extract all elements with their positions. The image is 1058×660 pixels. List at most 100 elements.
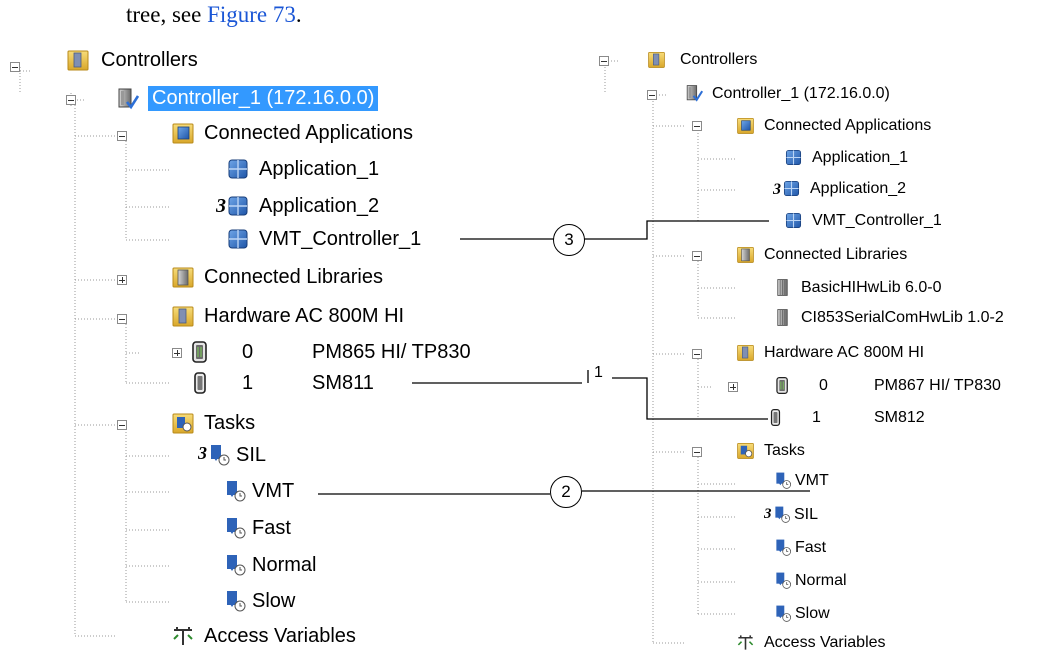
tree-node-task-vmt[interactable]: VMT [774,471,829,490]
task-icon [224,589,248,613]
svg-text:3: 3 [773,181,781,198]
collapse-toggle[interactable] [692,121,702,131]
tree-node-task-fast[interactable]: Fast [224,516,291,540]
tree-node-task-sil[interactable]: 3 SIL [198,443,266,467]
node-label: Controller_1 (172.16.0.0) [148,86,379,111]
expand-toggle[interactable] [728,382,738,392]
processor-unit-icon [773,376,792,395]
node-label: CI853SerialComHwLib 1.0-2 [801,308,1004,326]
tree-node-controller[interactable]: Controller_1 (172.16.0.0) [115,86,379,111]
tree-node-task-slow[interactable]: Slow [774,604,830,623]
tree-node-application-2[interactable]: 3 Application_2 [216,194,379,218]
tree-node-task-slow[interactable]: Slow [224,589,295,613]
tree-node-hw-1[interactable]: 1 SM811 [188,371,374,395]
expand-toggle[interactable] [117,275,127,285]
folder-tasks-icon [736,441,755,460]
node-label: Access Variables [764,633,886,651]
tree-node-task-vmt[interactable]: VMT [224,479,294,503]
tree-node-application-1[interactable]: Application_1 [784,148,908,167]
tree-node-task-sil[interactable]: 3 SIL [764,505,818,524]
task-icon [774,571,793,590]
hw-position: 0 [242,340,254,363]
sil-application-icon: 3 [216,194,250,218]
tree-node-hw-0[interactable]: 0 PM867 HI/ TP830 [773,376,1001,395]
tree-node-task-normal[interactable]: Normal [224,553,316,577]
folder-library-icon [736,245,755,264]
collapse-toggle[interactable] [692,447,702,457]
tree-node-tasks[interactable]: Tasks [736,441,805,460]
hw-name: SM811 [312,371,374,394]
tree-node-hw-0[interactable]: 0 PM865 HI/ TP830 [188,340,471,364]
tree-node-task-fast[interactable]: Fast [774,538,826,557]
node-label: VMT [252,479,295,502]
task-icon [224,516,248,540]
tree-node-controller[interactable]: Controller_1 (172.16.0.0) [684,84,890,103]
svg-text:3: 3 [216,195,226,217]
svg-text:3: 3 [764,506,772,522]
tree-node-access-variables[interactable]: Access Variables [736,633,886,652]
io-module-icon [766,408,785,427]
hw-name: PM867 HI/ TP830 [874,376,1001,394]
folder-hardware-icon [171,304,195,328]
tree-node-application-2[interactable]: 3 Application_2 [773,179,906,199]
tree-node-hardware[interactable]: Hardware AC 800M HI [736,343,924,362]
sil-task-icon: 3 [764,505,792,524]
node-label: Controllers [680,50,758,68]
tree-node-hardware[interactable]: Hardware AC 800M HI [171,304,404,328]
collapse-toggle[interactable] [117,131,127,141]
collapse-toggle[interactable] [66,95,76,105]
node-label: Connected Applications [764,116,932,134]
collapse-toggle[interactable] [692,251,702,261]
tree-node-tasks[interactable]: Tasks [171,411,255,435]
collapse-toggle[interactable] [10,62,20,72]
tree-node-connected-applications[interactable]: Connected Applications [171,121,413,145]
application-icon [784,148,803,167]
tree-node-connected-applications[interactable]: Connected Applications [736,116,931,135]
access-variables-icon [736,633,755,652]
folder-library-icon [171,265,195,289]
node-label: Application_1 [812,148,909,166]
controller-icon [115,87,139,111]
tree-node-task-normal[interactable]: Normal [774,571,847,590]
node-label: Access Variables [204,624,356,647]
application-icon [784,211,803,230]
tree-node-library-1[interactable]: BasicHIHwLib 6.0-0 [773,278,942,297]
node-label: Connected Libraries [204,265,383,288]
tree-node-library-2[interactable]: CI853SerialComHwLib 1.0-2 [773,308,1004,327]
node-label: Hardware AC 800M HI [204,304,405,327]
collapse-toggle[interactable] [599,56,609,66]
node-label: VMT_Controller_1 [812,211,942,229]
tree-node-connected-libraries[interactable]: Connected Libraries [736,245,907,264]
tree-node-controllers[interactable]: Controllers [647,50,757,69]
task-icon [224,479,248,503]
collapse-toggle[interactable] [117,314,127,324]
sil-application-icon: 3 [773,179,801,198]
tree-node-controllers[interactable]: Controllers [66,48,198,72]
callout-1: 1 [594,364,603,381]
node-label: Slow [252,589,296,612]
folder-applications-icon [736,116,755,135]
tree-node-connected-libraries[interactable]: Connected Libraries [171,265,383,289]
node-label: Connected Libraries [764,245,908,263]
hw-position: 1 [812,408,821,426]
folder-hardware-icon [736,343,755,362]
task-icon [774,538,793,557]
tree-node-access-variables[interactable]: Access Variables [171,624,356,648]
sil-task-icon: 3 [198,443,232,467]
hw-position: 1 [242,371,254,394]
node-label: Tasks [204,411,256,434]
expand-toggle[interactable] [172,348,182,358]
tree-node-hw-1[interactable]: 1 SM812 [766,408,925,427]
collapse-toggle[interactable] [117,420,127,430]
collapse-toggle[interactable] [692,349,702,359]
node-label: Normal [795,571,847,589]
tree-node-vmt-controller[interactable]: VMT_Controller_1 [784,211,942,230]
node-label: Application_2 [259,194,380,217]
collapse-toggle[interactable] [647,90,657,100]
hw-position: 0 [819,376,828,394]
node-label: SIL [236,443,267,466]
tree-node-application-1[interactable]: Application_1 [226,157,379,181]
node-label: Application_1 [259,157,380,180]
callout-2: 2 [550,476,582,508]
tree-node-vmt-controller[interactable]: VMT_Controller_1 [226,227,421,251]
